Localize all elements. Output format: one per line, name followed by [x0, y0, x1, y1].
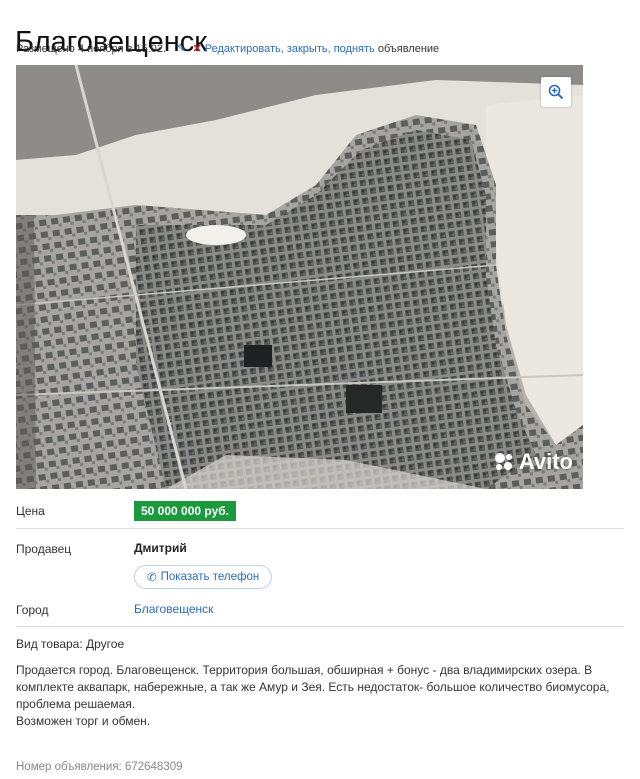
city-link[interactable]: Благовещенск	[134, 602, 213, 616]
item-type: Вид товара: Другое	[16, 637, 125, 651]
seller-name: Дмитрий	[134, 541, 187, 555]
divider	[16, 626, 624, 627]
actions-suffix: объявление	[377, 43, 440, 55]
posted-date: Размещено 4 ноября в 15:02.	[16, 43, 167, 55]
description: Продается город. Благовещенск. Территори…	[16, 662, 632, 730]
phone-icon: ✆	[147, 572, 157, 584]
divider	[16, 528, 624, 529]
show-phone-button[interactable]: ✆ Показать телефон	[134, 565, 273, 589]
listing-meta: Размещено 4 ноября в 15:02. ✎ ✕ Редактир…	[16, 42, 439, 56]
aerial-city-image	[16, 65, 583, 489]
city-label: Город	[16, 603, 49, 617]
show-phone-label: Показать телефон	[160, 571, 260, 583]
ad-number: Номер объявления: 672648309	[16, 761, 183, 773]
pin-icon[interactable]: ✎	[177, 43, 186, 55]
avito-watermark-text: Avito	[518, 449, 573, 474]
close-icon[interactable]: ✕	[192, 43, 201, 55]
zoom-icon	[548, 84, 564, 100]
edit-listing-link[interactable]: Редактировать, закрыть, поднять	[205, 43, 375, 55]
description-paragraph: Продается город. Благовещенск. Территори…	[16, 663, 610, 711]
avito-watermark: Avito	[493, 449, 573, 475]
description-paragraph: Возможен торг и обмен.	[16, 714, 151, 728]
price-badge: 50 000 000 руб.	[134, 501, 236, 521]
avito-logo-icon	[494, 453, 512, 470]
zoom-button[interactable]	[541, 77, 571, 107]
seller-label: Продавец	[16, 542, 72, 556]
listing-photo[interactable]: Avito	[16, 65, 583, 489]
price-label: Цена	[16, 504, 45, 518]
